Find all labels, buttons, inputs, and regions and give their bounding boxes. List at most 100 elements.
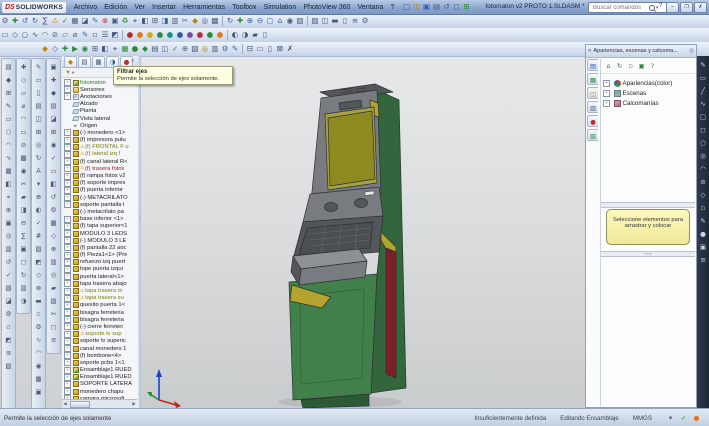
tree-item[interactable]: + ⚠ (f) trasera fotos xyxy=(62,165,138,173)
toolbar-icon[interactable]: ▣ xyxy=(50,61,56,74)
toolbar-icon[interactable]: ◨ xyxy=(160,15,170,27)
toolbar-icon[interactable]: ◎ xyxy=(200,15,210,27)
toolbar-icon[interactable]: ⚙ xyxy=(36,321,42,334)
toolbar-icon[interactable]: ♻ xyxy=(120,15,130,27)
toolbar-icon[interactable]: ⊗ xyxy=(100,15,110,27)
toolbar-icon[interactable]: ↺ xyxy=(6,256,12,269)
toolbar-icon[interactable]: ▥ xyxy=(50,256,56,269)
toolbar-icon[interactable] xyxy=(307,16,308,26)
kiosk-red-stripe[interactable] xyxy=(385,247,397,379)
toolbar-icon[interactable]: ◎ xyxy=(700,150,706,163)
toolbar-icon[interactable]: ◉ xyxy=(285,15,295,27)
toolbar-icon[interactable]: ✂ xyxy=(51,308,57,321)
tree-item[interactable]: + ⚠ (-) cierre ferreteri xyxy=(62,323,138,331)
expand-toggle-icon[interactable]: + xyxy=(64,129,71,137)
toolbar-icon[interactable]: ✚ xyxy=(21,61,27,74)
expand-toggle-icon[interactable]: + xyxy=(64,323,71,331)
toolbar-icon[interactable]: ● xyxy=(130,43,140,55)
expand-toggle-icon[interactable]: + xyxy=(64,136,71,144)
toolbar-icon[interactable]: ∿ xyxy=(36,334,42,347)
toolbar-icon[interactable]: ✎ xyxy=(700,215,706,228)
tree-item[interactable]: + ⚠ (f) impresora putu xyxy=(62,136,138,144)
toolbar-icon[interactable]: ● xyxy=(700,228,706,241)
expand-toggle-icon[interactable]: + xyxy=(64,301,71,309)
toolbar-icon[interactable]: ✂ xyxy=(21,178,27,191)
tree-item[interactable]: + ⚠ (-) MODULO 3 LE xyxy=(62,237,138,245)
toolbar-icon[interactable]: ◧ xyxy=(5,178,11,191)
menu-item[interactable]: Toolbox xyxy=(229,1,260,14)
toolbar-icon[interactable]: ⚙ xyxy=(360,15,370,27)
expand-toggle-icon[interactable]: + xyxy=(64,179,71,187)
tree-item[interactable]: + ⚠ soporte pantalla t xyxy=(62,201,138,209)
toolbar-icon[interactable]: ◧ xyxy=(140,15,150,27)
quick-tip-icon[interactable]: ● xyxy=(692,413,701,424)
toolbar-icon[interactable]: ╱ xyxy=(701,85,705,98)
toolbar-icon[interactable]: ◆ xyxy=(140,43,150,55)
tree-item[interactable]: + ⚠ (f) bombone<4> xyxy=(62,352,138,360)
expand-toggle-icon[interactable]: + xyxy=(64,201,71,209)
toolbar-icon[interactable]: ⊕ xyxy=(51,243,57,256)
toolbar-icon[interactable]: ⊖ xyxy=(255,15,265,27)
menu-item[interactable]: Herramientas xyxy=(179,1,228,14)
toolbar-icon[interactable]: ◩ xyxy=(5,334,11,347)
appearances-tree-item[interactable]: + Apariencias(color) xyxy=(603,78,693,88)
toolbar-icon[interactable]: ◆ xyxy=(51,87,56,100)
toolbar-icon[interactable]: ◪ xyxy=(50,113,56,126)
expand-toggle-icon[interactable]: + xyxy=(64,337,71,345)
toolbar-icon[interactable]: ◑ xyxy=(240,29,250,41)
toolbar-icon[interactable]: ◨ xyxy=(20,204,26,217)
expand-toggle-icon[interactable]: + xyxy=(64,287,71,295)
toolbar-icon[interactable]: ▩ xyxy=(210,15,220,27)
tree-item[interactable]: + ⚠ Sensores xyxy=(62,86,138,94)
toolbar-icon[interactable]: ⌖ xyxy=(130,15,140,27)
toolbar-icon[interactable]: ◻ xyxy=(265,15,275,27)
toolbar-icon[interactable]: ⊞ xyxy=(6,87,12,100)
toolbar-icon[interactable]: ↻ xyxy=(21,269,27,282)
expand-toggle-icon[interactable]: + xyxy=(64,280,71,288)
toolbar-icon[interactable]: ⊞ xyxy=(150,15,160,27)
toolbar-icon[interactable]: ⊘ xyxy=(700,176,706,189)
toolbar-icon[interactable]: ▫ xyxy=(6,321,10,334)
toolbar-icon[interactable]: ◫ xyxy=(35,113,41,126)
select-icon[interactable]: ◻ xyxy=(452,1,461,13)
toolbar-icon[interactable]: ✎ xyxy=(36,61,42,74)
toolbar-icon[interactable]: ◻ xyxy=(21,256,26,269)
toolbar-icon[interactable]: ⊞ xyxy=(36,126,42,139)
expand-toggle-icon[interactable]: + xyxy=(64,194,71,202)
toolbar-icon[interactable]: ⌖ xyxy=(7,191,11,204)
tree-item[interactable]: + ⚠ (f) canal lateral R< xyxy=(62,158,138,166)
toolbar-icon[interactable]: ▨ xyxy=(5,360,11,373)
toolbar-icon[interactable]: ▰ xyxy=(250,29,260,41)
toolbar-icon[interactable]: ● xyxy=(175,29,185,41)
toolbar-icon[interactable]: ▤ xyxy=(35,100,41,113)
search-input[interactable] xyxy=(591,3,649,12)
tree-item[interactable]: + ⚠ (f) FRONTAL F u xyxy=(62,143,138,151)
toolbar-icon[interactable]: ⌂ xyxy=(275,15,285,27)
expand-toggle-icon[interactable]: + xyxy=(64,93,71,101)
expand-toggle-icon[interactable]: + xyxy=(64,172,71,180)
toolbar-icon[interactable]: ◉ xyxy=(36,360,42,373)
toolbar-icon[interactable]: ▧ xyxy=(295,15,305,27)
toolbar-icon[interactable]: ✓ xyxy=(6,269,12,282)
tree-item[interactable]: + ⚠ Ensamblaje1 RUED xyxy=(62,366,138,374)
home-icon[interactable]: ⌂ xyxy=(604,61,613,71)
toolbar-icon[interactable]: ▦ xyxy=(70,15,80,27)
tab-view-palette[interactable]: ▥ xyxy=(587,101,598,113)
expand-toggle-icon[interactable]: + xyxy=(64,165,71,173)
toolbar-icon[interactable]: ▭ xyxy=(0,29,10,41)
toolbar-icon[interactable]: ▫ xyxy=(36,308,40,321)
expand-toggle-icon[interactable]: + xyxy=(64,373,71,381)
scroll-left-icon[interactable]: ◀ xyxy=(62,401,68,407)
tree-item[interactable]: + ⚠ (f) pantalla 22 aoc xyxy=(62,244,138,252)
toolbar-icon[interactable]: ◇ xyxy=(50,43,60,55)
tree-item[interactable]: + ⚠ Alzado xyxy=(62,101,138,108)
toolbar-icon[interactable]: ▥ xyxy=(5,243,11,256)
tab-solidworks-resources[interactable]: ▤ xyxy=(587,59,598,71)
toolbar-icon[interactable]: A xyxy=(36,165,41,178)
toolbar-icon[interactable]: ◧ xyxy=(50,178,56,191)
tree-item[interactable]: + ⚠ (f) soporte impres xyxy=(62,179,138,187)
tree-item[interactable]: + ⚠ (f) rampa fotos v2 xyxy=(62,172,138,180)
menu-item[interactable]: Insertar xyxy=(149,1,180,14)
print-icon[interactable]: ▤ xyxy=(432,1,441,13)
expand-toggle-icon[interactable]: + xyxy=(64,79,71,87)
